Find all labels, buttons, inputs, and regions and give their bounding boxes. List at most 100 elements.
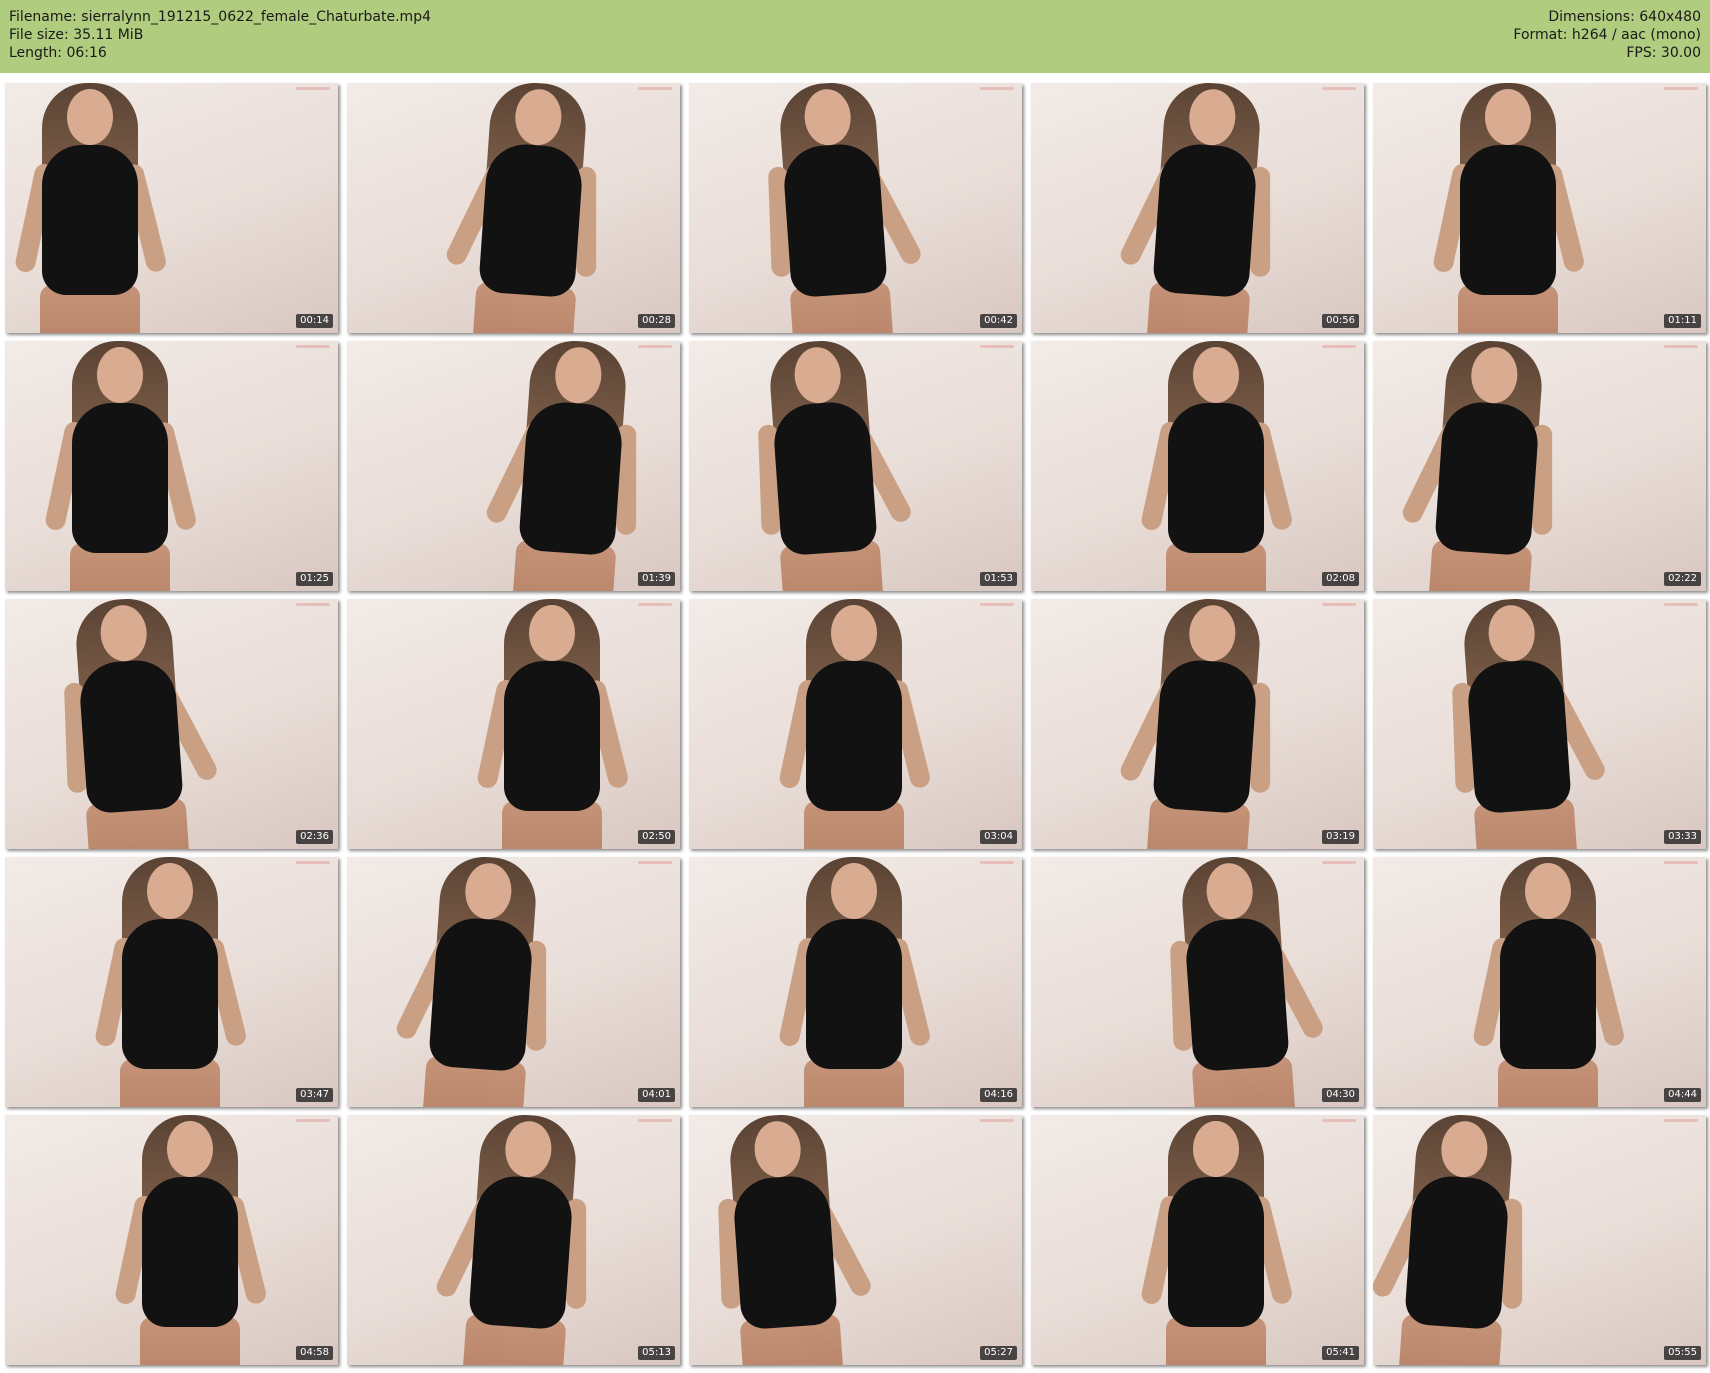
- timestamp-label: 01:25: [296, 572, 333, 586]
- frame-image: [113, 1115, 269, 1365]
- timestamp-label: 05:55: [1664, 1346, 1701, 1360]
- video-thumbnail: 04:44: [1373, 857, 1706, 1107]
- frame-image: [483, 341, 655, 591]
- video-thumbnail: 01:39: [347, 341, 680, 591]
- watermark: [638, 861, 672, 864]
- video-thumbnail: 02:08: [1031, 341, 1364, 591]
- watermark: [638, 345, 672, 348]
- watermark: [1664, 1119, 1698, 1122]
- timestamp-label: 04:30: [1322, 1088, 1359, 1102]
- watermark: [638, 603, 672, 606]
- frame-image: [443, 83, 615, 333]
- video-thumbnail: 00:56: [1031, 83, 1364, 333]
- frame-image: [1152, 857, 1327, 1107]
- frame-image: [1399, 341, 1571, 591]
- frame-image: [475, 599, 631, 849]
- video-thumbnail: 05:55: [1373, 1115, 1706, 1365]
- timestamp-label: 00:28: [638, 314, 675, 328]
- timestamp-label: 05:13: [638, 1346, 675, 1360]
- length-label: Length: 06:16: [9, 45, 107, 61]
- frame-image: [1139, 341, 1295, 591]
- video-thumbnail: 04:16: [689, 857, 1022, 1107]
- timestamp-label: 03:33: [1664, 830, 1701, 844]
- frame-image: [1117, 599, 1289, 849]
- timestamp-label: 01:39: [638, 572, 675, 586]
- watermark: [980, 603, 1014, 606]
- watermark: [296, 87, 330, 90]
- dimensions-label: Dimensions: 640x480: [1548, 9, 1701, 25]
- video-thumbnail: 01:11: [1373, 83, 1706, 333]
- watermark: [1664, 87, 1698, 90]
- watermark: [980, 1119, 1014, 1122]
- video-thumbnail: 03:47: [5, 857, 338, 1107]
- watermark: [980, 345, 1014, 348]
- frame-image: [93, 857, 249, 1107]
- timestamp-label: 01:53: [980, 572, 1017, 586]
- timestamp-label: 04:16: [980, 1088, 1017, 1102]
- watermark: [1664, 861, 1698, 864]
- frame-image: [433, 1115, 605, 1365]
- video-thumbnail: 02:50: [347, 599, 680, 849]
- timestamp-label: 01:11: [1664, 314, 1701, 328]
- thumbnail-grid: 00:14 00:28 00:42 00:56 01:11 01:25 01:39 01:53…: [5, 83, 1706, 1367]
- timestamp-label: 03:47: [296, 1088, 333, 1102]
- watermark: [296, 1119, 330, 1122]
- file-info-left: Filename: sierralynn_191215_0622_female_…: [9, 8, 431, 62]
- video-thumbnail: 04:30: [1031, 857, 1364, 1107]
- video-thumbnail: 05:27: [689, 1115, 1022, 1365]
- frame-image: [1139, 1115, 1295, 1365]
- watermark: [1664, 603, 1698, 606]
- watermark: [1322, 603, 1356, 606]
- fps-label: FPS: 30.00: [1626, 45, 1701, 61]
- filename-label: Filename: sierralynn_191215_0622_female_…: [9, 9, 431, 25]
- timestamp-label: 00:42: [980, 314, 1017, 328]
- watermark: [296, 345, 330, 348]
- timestamp-label: 02:08: [1322, 572, 1359, 586]
- watermark: [980, 861, 1014, 864]
- video-thumbnail: 03:19: [1031, 599, 1364, 849]
- watermark: [1322, 345, 1356, 348]
- watermark: [638, 87, 672, 90]
- frame-image: [13, 83, 169, 333]
- info-header: Filename: sierralynn_191215_0622_female_…: [0, 0, 1710, 73]
- file-size-label: File size: 35.11 MiB: [9, 27, 144, 43]
- video-thumbnail: 01:53: [689, 341, 1022, 591]
- frame-image: [46, 599, 221, 849]
- format-label: Format: h264 / aac (mono): [1513, 27, 1701, 43]
- frame-image: [393, 857, 565, 1107]
- timestamp-label: 04:01: [638, 1088, 675, 1102]
- watermark: [1664, 345, 1698, 348]
- timestamp-label: 02:50: [638, 830, 675, 844]
- video-thumbnail: 00:28: [347, 83, 680, 333]
- video-thumbnail: 02:36: [5, 599, 338, 849]
- frame-image: [1471, 857, 1627, 1107]
- frame-image: [43, 341, 199, 591]
- video-thumbnail: 05:13: [347, 1115, 680, 1365]
- video-thumbnail: 03:04: [689, 599, 1022, 849]
- frame-image: [1431, 83, 1587, 333]
- watermark: [296, 861, 330, 864]
- timestamp-label: 05:27: [980, 1346, 1017, 1360]
- watermark: [1322, 861, 1356, 864]
- frame-image: [1373, 1115, 1541, 1365]
- video-thumbnail: 00:42: [689, 83, 1022, 333]
- frame-image: [777, 857, 933, 1107]
- frame-image: [1117, 83, 1289, 333]
- frame-image: [777, 599, 933, 849]
- timestamp-label: 05:41: [1322, 1346, 1359, 1360]
- timestamp-label: 03:19: [1322, 830, 1359, 844]
- file-info-right: Dimensions: 640x480 Format: h264 / aac (…: [1513, 8, 1701, 62]
- timestamp-label: 04:58: [296, 1346, 333, 1360]
- timestamp-label: 00:56: [1322, 314, 1359, 328]
- video-thumbnail: 00:14: [5, 83, 338, 333]
- watermark: [638, 1119, 672, 1122]
- video-thumbnail: 04:58: [5, 1115, 338, 1365]
- timestamp-label: 00:14: [296, 314, 333, 328]
- video-thumbnail: 05:41: [1031, 1115, 1364, 1365]
- frame-image: [750, 83, 925, 333]
- frame-image: [1434, 599, 1609, 849]
- timestamp-label: 02:36: [296, 830, 333, 844]
- frame-image: [740, 341, 915, 591]
- watermark: [1322, 87, 1356, 90]
- timestamp-label: 02:22: [1664, 572, 1701, 586]
